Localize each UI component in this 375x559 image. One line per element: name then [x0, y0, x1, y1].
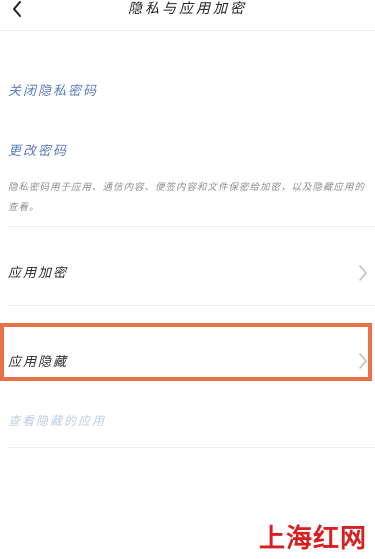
divider — [8, 305, 375, 306]
app-encryption-item[interactable]: 应用加密 — [0, 262, 375, 281]
privacy-description: 隐私密码用于应用、通信内容、便签内容和文件保密给加密，以及隐藏应用的查看。 — [8, 182, 366, 213]
view-hidden-apps-item[interactable]: 查看隐藏的应用 — [0, 412, 375, 429]
divider — [8, 447, 375, 448]
app-encryption-label: 应用加密 — [8, 266, 69, 281]
divider — [8, 226, 375, 227]
page-title: 隐私与应用加密 — [128, 1, 247, 17]
app-hide-item[interactable]: 应用隐藏 — [0, 351, 375, 370]
chevron-right-icon — [357, 352, 369, 370]
close-privacy-password-item[interactable]: 关闭隐私密码 — [0, 80, 375, 99]
change-password-item[interactable]: 更改密码 — [0, 140, 375, 159]
watermark: 上海红网 — [258, 524, 367, 554]
top-bar: 隐私与应用加密 — [0, 0, 375, 31]
chevron-right-icon — [357, 264, 369, 282]
app-hide-label: 应用隐藏 — [8, 355, 69, 370]
